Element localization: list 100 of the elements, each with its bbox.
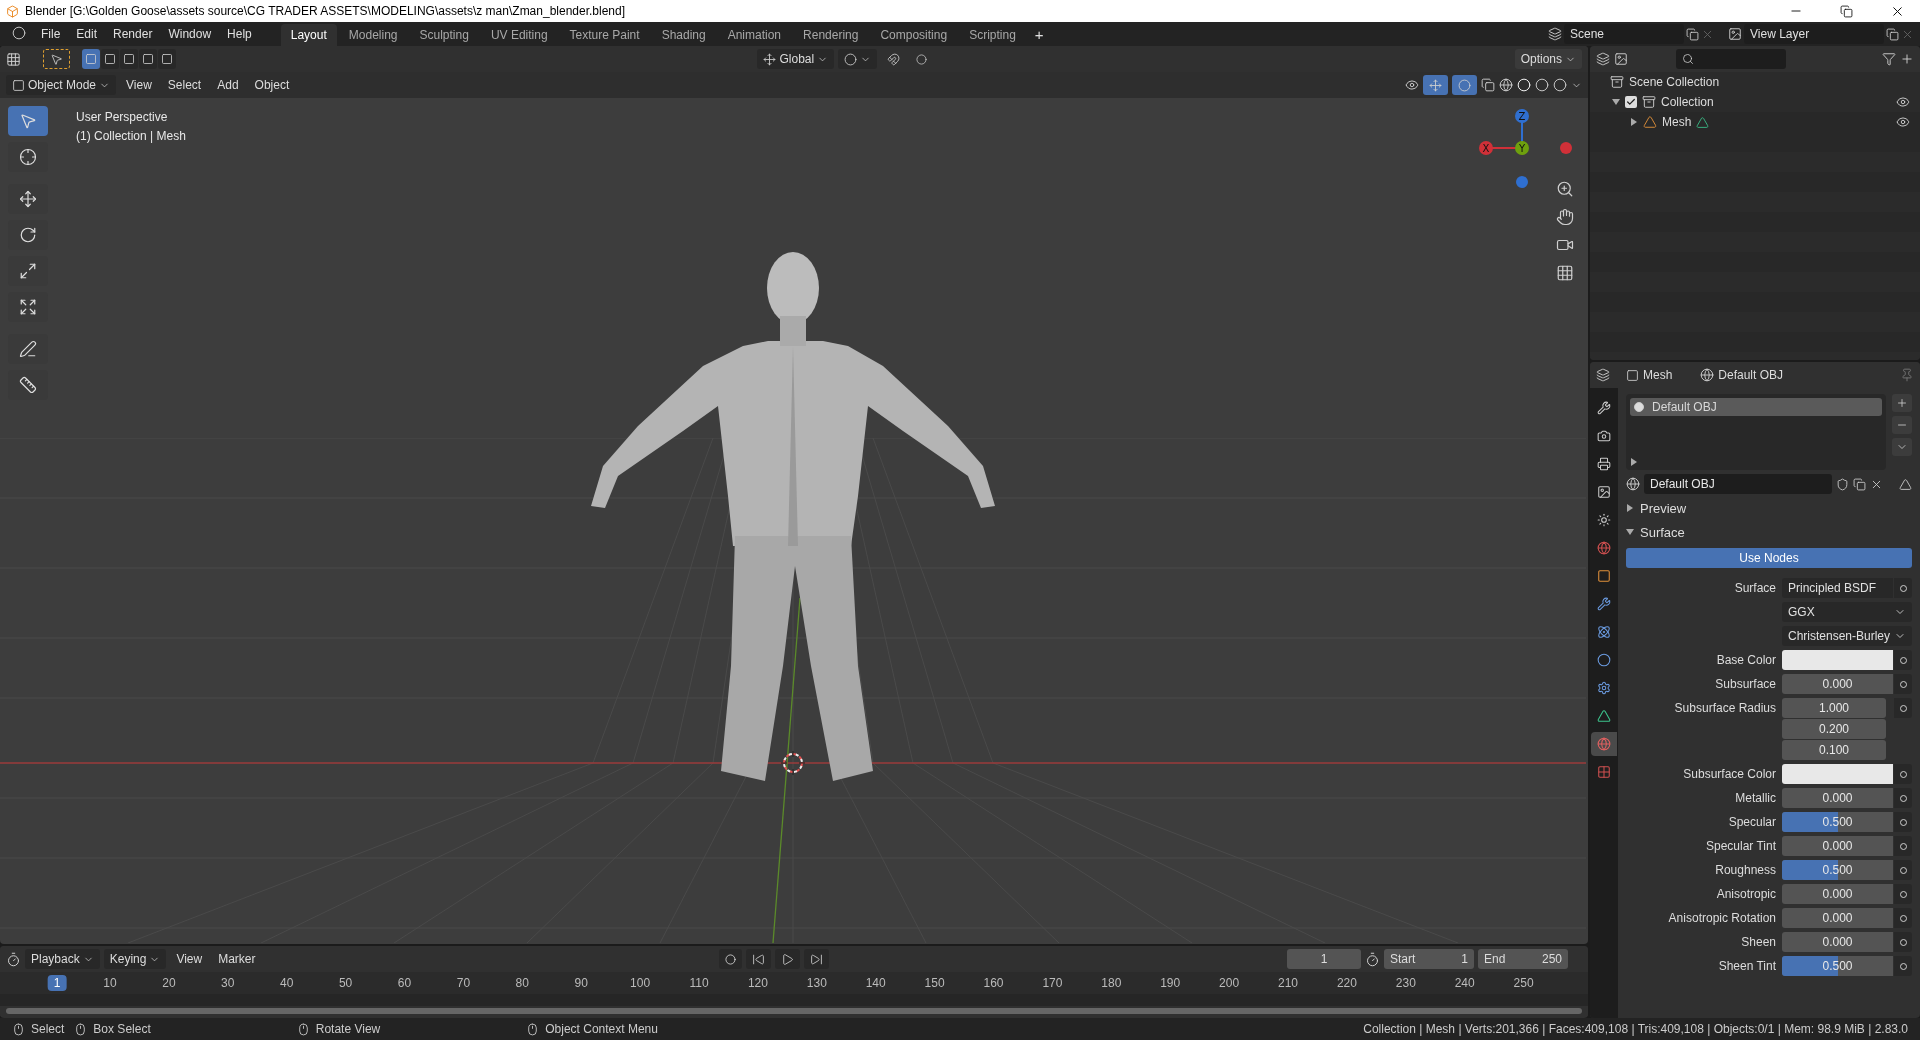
editor-type-icon[interactable]: [6, 951, 21, 967]
workspace-tab[interactable]: Shading: [651, 24, 716, 46]
frame-number[interactable]: 120: [741, 975, 774, 991]
outliner-item[interactable]: Collection: [1661, 95, 1714, 109]
socket-button[interactable]: [1894, 698, 1912, 718]
socket-button[interactable]: [1894, 956, 1912, 976]
solid-shading-icon[interactable]: [1517, 78, 1531, 92]
workspace-tab[interactable]: Sculpting: [409, 24, 479, 46]
jump-end-button[interactable]: [804, 949, 830, 969]
socket-button[interactable]: [1894, 932, 1912, 952]
pan-icon[interactable]: [1556, 208, 1574, 226]
workspace-tab[interactable]: Compositing: [870, 24, 958, 46]
menu-item[interactable]: Keying: [103, 949, 167, 969]
workspace-tab[interactable]: Animation: [717, 24, 792, 46]
frame-number[interactable]: 200: [1213, 975, 1246, 991]
material-name-field[interactable]: Default OBJ: [1644, 474, 1832, 494]
value-slider[interactable]: 0.000: [1782, 788, 1893, 808]
frame-number[interactable]: 60: [391, 975, 418, 991]
xray-icon[interactable]: [1481, 78, 1495, 92]
frame-number[interactable]: 100: [624, 975, 657, 991]
mode-dropdown[interactable]: Object Mode: [6, 75, 117, 95]
panel-header[interactable]: Preview: [1626, 498, 1912, 518]
color-swatch[interactable]: [1782, 764, 1893, 784]
select-mode-button[interactable]: [82, 49, 100, 69]
menu-item[interactable]: Edit: [69, 24, 105, 44]
frame-number[interactable]: 210: [1272, 975, 1304, 991]
socket-button[interactable]: [1894, 884, 1912, 904]
frame-number[interactable]: 180: [1095, 975, 1128, 991]
frame-number[interactable]: 110: [683, 975, 715, 991]
menu-item[interactable]: Select: [161, 75, 208, 95]
frame-number[interactable]: 70: [450, 975, 477, 991]
select-mode-button[interactable]: [101, 49, 119, 69]
value-slider[interactable]: 0.000: [1782, 674, 1893, 694]
socket-button[interactable]: [1894, 578, 1912, 598]
menu-item[interactable]: Help: [220, 24, 259, 44]
rendered-shading-icon[interactable]: [1553, 78, 1567, 92]
view-layer-field[interactable]: View Layer: [1744, 24, 1884, 44]
scrollbar[interactable]: [6, 1008, 1582, 1014]
remove-slot-button[interactable]: [1892, 416, 1912, 434]
frame-number[interactable]: 30: [215, 975, 241, 991]
grid-view-icon[interactable]: [1556, 264, 1574, 282]
axis-handle[interactable]: Y: [1515, 141, 1529, 155]
number-field[interactable]: 0.200: [1782, 719, 1886, 739]
add-slot-button[interactable]: [1892, 394, 1912, 412]
duplicate-icon[interactable]: [1853, 477, 1866, 491]
shader-dropdown[interactable]: Principled BSDF: [1782, 578, 1893, 598]
frame-number[interactable]: 10: [97, 975, 123, 991]
start-frame-field[interactable]: Start 1: [1384, 949, 1474, 969]
socket-button[interactable]: [1894, 650, 1912, 670]
frame-number[interactable]: 190: [1154, 975, 1187, 991]
value-slider[interactable]: 0.000: [1782, 908, 1893, 928]
wireframe-shading-icon[interactable]: [1499, 78, 1513, 92]
display-mode-icon[interactable]: [1596, 52, 1610, 66]
new-view-layer-icon[interactable]: [1886, 27, 1899, 41]
frame-number[interactable]: 160: [977, 975, 1010, 991]
orientation-dropdown[interactable]: Global: [757, 49, 835, 69]
frame-number[interactable]: 140: [859, 975, 892, 991]
menu-item[interactable]: View: [170, 949, 209, 969]
gizmo-toggle[interactable]: [1423, 75, 1448, 95]
frame-number[interactable]: 230: [1389, 975, 1422, 991]
play-button[interactable]: [775, 949, 801, 969]
visibility-icon[interactable]: [1405, 78, 1419, 92]
socket-button[interactable]: [1894, 812, 1912, 832]
frame-number[interactable]: 20: [156, 975, 182, 991]
frame-number[interactable]: 80: [509, 975, 535, 991]
options-dropdown[interactable]: Options: [1514, 49, 1582, 69]
workspace-tab[interactable]: Rendering: [793, 24, 869, 46]
socket-button[interactable]: [1894, 674, 1912, 694]
slot-menu-button[interactable]: [1892, 438, 1912, 456]
menu-item[interactable]: View: [120, 75, 158, 95]
frame-number[interactable]: 1: [47, 975, 67, 991]
menu-item[interactable]: File: [34, 24, 68, 44]
socket-button[interactable]: [1894, 764, 1912, 784]
jump-start-button[interactable]: [746, 949, 772, 969]
menu-item[interactable]: Window: [161, 24, 219, 44]
visibility-icon[interactable]: [1896, 115, 1910, 129]
end-frame-field[interactable]: End 250: [1478, 949, 1568, 969]
record-button[interactable]: [719, 949, 743, 969]
pivot-dropdown[interactable]: [838, 49, 878, 69]
editor-type-icon[interactable]: [6, 51, 21, 67]
menu-item[interactable]: Render: [106, 24, 160, 44]
dropdown[interactable]: GGX: [1782, 602, 1912, 622]
menu-item[interactable]: Add: [211, 75, 245, 95]
socket-button[interactable]: [1894, 908, 1912, 928]
frame-number[interactable]: 130: [800, 975, 833, 991]
frame-number[interactable]: 150: [918, 975, 951, 991]
tool-button[interactable]: [8, 106, 48, 136]
workspace-tab[interactable]: Texture Paint: [559, 24, 650, 46]
frame-number[interactable]: 250: [1507, 975, 1540, 991]
scene-icon[interactable]: [1548, 27, 1562, 41]
axis-handle[interactable]: [1516, 176, 1528, 188]
workspace-tab[interactable]: Layout: [280, 24, 337, 46]
fake-user-icon[interactable]: [1836, 477, 1849, 491]
outliner-item[interactable]: Mesh: [1662, 115, 1692, 129]
menu-item[interactable]: Object: [248, 75, 296, 95]
workspace-tab[interactable]: Modeling: [338, 24, 408, 46]
menu-item[interactable]: Marker: [212, 949, 262, 969]
value-slider[interactable]: 0.000: [1782, 932, 1893, 952]
color-swatch[interactable]: [1782, 650, 1893, 670]
value-slider[interactable]: 0.000: [1782, 836, 1893, 856]
